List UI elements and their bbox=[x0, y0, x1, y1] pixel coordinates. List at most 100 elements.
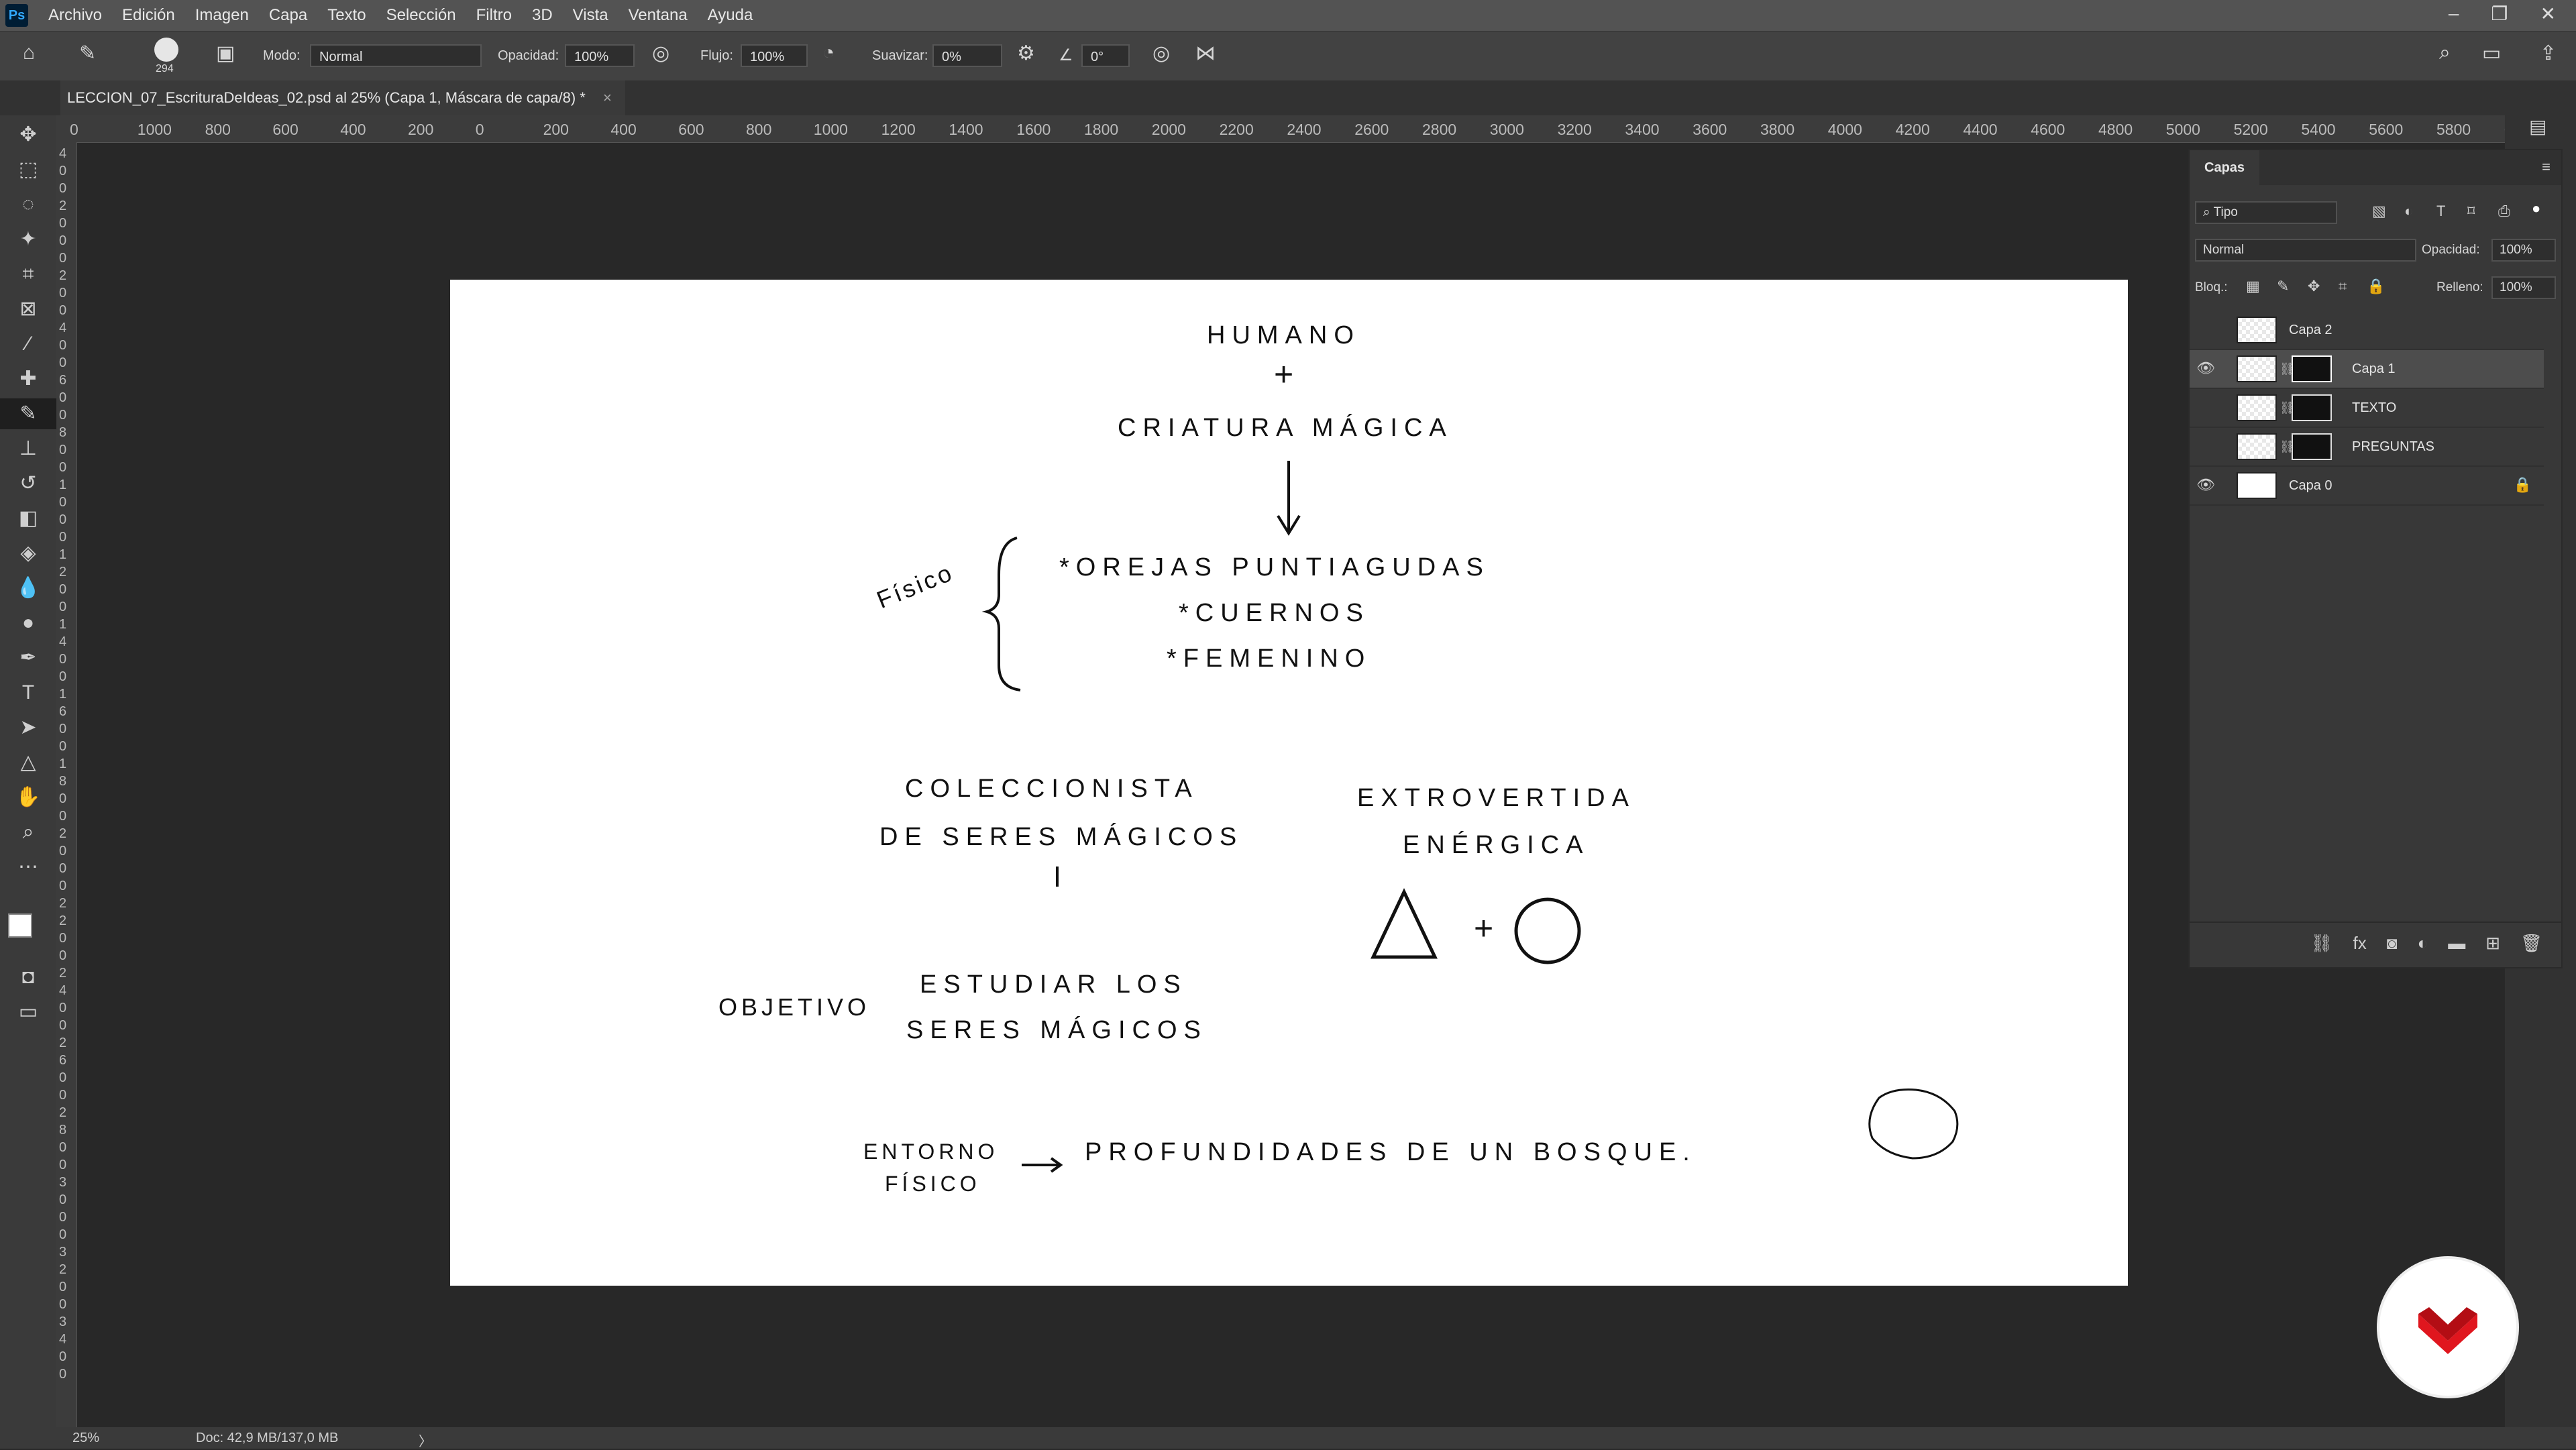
visibility-toggle-off[interactable] bbox=[2196, 398, 2214, 416]
menu-3d[interactable]: 3D bbox=[532, 6, 553, 25]
shape-tool-icon[interactable]: △ bbox=[0, 747, 56, 778]
fx-icon[interactable]: fx bbox=[2353, 933, 2367, 954]
airbrush-icon[interactable]: ◔ bbox=[822, 42, 835, 64]
marquee-tool-icon[interactable]: ⬚ bbox=[0, 154, 56, 185]
gear-icon[interactable]: ⚙ bbox=[1017, 42, 1035, 65]
magic-wand-tool-icon[interactable]: ✦ bbox=[0, 224, 56, 255]
angle-field[interactable]: 0° bbox=[1081, 44, 1130, 67]
search-icon[interactable]: ⌕ bbox=[2439, 42, 2451, 64]
filter-type-icon[interactable]: T bbox=[2436, 203, 2445, 220]
brush-tool-preset-icon[interactable]: ✎ bbox=[79, 42, 96, 65]
close-window-button[interactable]: ✕ bbox=[2540, 3, 2556, 25]
layer-mask-thumbnail[interactable] bbox=[2292, 394, 2332, 421]
path-selection-tool-icon[interactable]: ➤ bbox=[0, 712, 56, 743]
minimize-button[interactable]: – bbox=[2449, 3, 2459, 25]
foreground-color-swatch[interactable] bbox=[8, 913, 32, 938]
eye-icon[interactable]: 👁 bbox=[2196, 359, 2215, 377]
filter-toggle-icon[interactable]: ● bbox=[2532, 200, 2540, 217]
blur-tool-icon[interactable]: 💧 bbox=[0, 573, 56, 604]
filter-smart-object-icon[interactable]: ⎙ bbox=[2498, 203, 2510, 220]
lock-all-icon[interactable]: 🔒 bbox=[2367, 278, 2385, 295]
menu-archivo[interactable]: Archivo bbox=[48, 6, 102, 25]
pressure-opacity-icon[interactable]: ◎ bbox=[652, 42, 669, 65]
menu-edicion[interactable]: Edición bbox=[122, 6, 175, 25]
healing-brush-tool-icon[interactable]: ✚ bbox=[0, 364, 56, 394]
trash-icon[interactable]: 🗑 bbox=[2520, 933, 2542, 954]
brush-preview-icon[interactable] bbox=[154, 38, 178, 62]
layer-row-capa-2[interactable]: Capa 2 bbox=[2190, 311, 2544, 350]
frame-tool-icon[interactable]: ⊠ bbox=[0, 294, 56, 325]
comments-icon[interactable]: ▤ bbox=[2529, 115, 2546, 137]
lock-position-icon[interactable]: ✥ bbox=[2308, 278, 2320, 295]
home-icon[interactable]: ⌂ bbox=[23, 42, 35, 64]
menu-filtro[interactable]: Filtro bbox=[476, 6, 512, 25]
lock-transparent-icon[interactable]: ▦ bbox=[2246, 278, 2260, 295]
photoshop-logo[interactable]: Ps bbox=[5, 4, 28, 27]
adjustment-layer-icon[interactable]: ◐ bbox=[2417, 933, 2428, 954]
visibility-toggle-off[interactable] bbox=[2196, 437, 2214, 455]
blend-mode-select[interactable]: Normal bbox=[2195, 239, 2416, 262]
brush-settings-icon[interactable]: ▣ bbox=[216, 42, 235, 65]
crop-tool-icon[interactable]: ⌗ bbox=[0, 259, 56, 290]
document-tab[interactable]: LECCION_07_EscrituraDeIdeas_02.psd al 25… bbox=[60, 80, 625, 115]
new-group-icon[interactable]: ▬ bbox=[2448, 933, 2465, 954]
eyedropper-tool-icon[interactable]: ⁄ bbox=[0, 329, 56, 359]
layer-filter-select[interactable]: ⌕ Tipo bbox=[2195, 201, 2337, 224]
panel-menu-icon[interactable]: ≡ bbox=[2542, 158, 2551, 176]
menu-ayuda[interactable]: Ayuda bbox=[708, 6, 753, 25]
eye-icon[interactable]: 👁 bbox=[2196, 476, 2215, 494]
zoom-level[interactable]: 25% bbox=[72, 1431, 99, 1446]
more-tools-icon[interactable]: ⋯ bbox=[0, 852, 56, 883]
hand-tool-icon[interactable]: ✋ bbox=[0, 782, 56, 813]
pen-tool-icon[interactable]: ✒ bbox=[0, 643, 56, 673]
tab-capas[interactable]: Capas bbox=[2190, 150, 2260, 185]
paint-bucket-tool-icon[interactable]: ◈ bbox=[0, 538, 56, 569]
screen-mode-icon[interactable]: ▭ bbox=[0, 997, 56, 1027]
layer-row-preguntas[interactable]: ⛓ PREGUNTAS bbox=[2190, 428, 2544, 467]
stamp-tool-icon[interactable]: ⊥ bbox=[0, 433, 56, 464]
fill-field[interactable]: 100% bbox=[2491, 276, 2556, 299]
workspace-icon[interactable]: ▭ bbox=[2482, 42, 2501, 65]
link-layers-icon[interactable]: ⛓ bbox=[2311, 933, 2333, 954]
add-mask-icon[interactable]: ◙ bbox=[2387, 933, 2398, 954]
smoothing-field[interactable]: 0% bbox=[932, 44, 1002, 67]
document-canvas[interactable]: HUMANO + CRIATURA MÁGICA Físico *OREJAS … bbox=[450, 280, 2128, 1286]
mode-select[interactable]: Normal bbox=[310, 44, 482, 67]
close-tab-icon[interactable]: × bbox=[603, 89, 612, 106]
layer-row-texto[interactable]: ⛓ TEXTO bbox=[2190, 389, 2544, 428]
new-layer-icon[interactable]: ⊞ bbox=[2485, 933, 2500, 954]
restore-button[interactable]: ❐ bbox=[2491, 3, 2508, 25]
pressure-size-icon[interactable]: ◎ bbox=[1152, 42, 1170, 65]
visibility-toggle-off[interactable] bbox=[2196, 321, 2214, 338]
layer-row-capa-1[interactable]: 👁 ⛓ Capa 1 bbox=[2190, 350, 2544, 389]
share-icon[interactable]: ⇪ bbox=[2540, 42, 2557, 65]
layer-mask-thumbnail[interactable] bbox=[2292, 355, 2332, 382]
filter-adjustment-icon[interactable]: ◐ bbox=[2404, 203, 2413, 220]
menu-imagen[interactable]: Imagen bbox=[195, 6, 249, 25]
dodge-tool-icon[interactable]: ● bbox=[0, 608, 56, 638]
status-menu-arrow[interactable]: 〉 bbox=[419, 1431, 432, 1450]
filter-shape-icon[interactable]: ⌑ bbox=[2467, 203, 2475, 220]
symmetry-icon[interactable]: ⋈ bbox=[1195, 42, 1216, 65]
lock-artboard-icon[interactable]: ⌗ bbox=[2339, 278, 2347, 295]
move-tool-icon[interactable]: ✥ bbox=[0, 119, 56, 150]
quick-mask-icon[interactable]: ◘ bbox=[0, 962, 56, 993]
type-tool-icon[interactable]: T bbox=[0, 677, 56, 708]
zoom-tool-icon[interactable]: ⌕ bbox=[0, 817, 56, 848]
menu-capa[interactable]: Capa bbox=[269, 6, 307, 25]
panel-opacity-field[interactable]: 100% bbox=[2491, 239, 2556, 262]
menu-vista[interactable]: Vista bbox=[573, 6, 608, 25]
lasso-tool-icon[interactable]: ◌ bbox=[0, 189, 56, 220]
lock-pixels-icon[interactable]: ✎ bbox=[2277, 278, 2289, 295]
filter-pixel-icon[interactable]: ▧ bbox=[2372, 203, 2386, 220]
flow-field[interactable]: 100% bbox=[741, 44, 808, 67]
menu-ventana[interactable]: Ventana bbox=[629, 6, 688, 25]
menu-texto[interactable]: Texto bbox=[327, 6, 366, 25]
brush-tool-icon[interactable]: ✎ bbox=[0, 398, 56, 429]
opacity-field[interactable]: 100% bbox=[565, 44, 635, 67]
layer-row-capa-0[interactable]: 👁 Capa 0 🔒 bbox=[2190, 467, 2544, 506]
menu-seleccion[interactable]: Selección bbox=[386, 6, 456, 25]
eraser-tool-icon[interactable]: ◧ bbox=[0, 503, 56, 534]
layer-mask-thumbnail[interactable] bbox=[2292, 433, 2332, 460]
history-brush-tool-icon[interactable]: ↺ bbox=[0, 468, 56, 499]
